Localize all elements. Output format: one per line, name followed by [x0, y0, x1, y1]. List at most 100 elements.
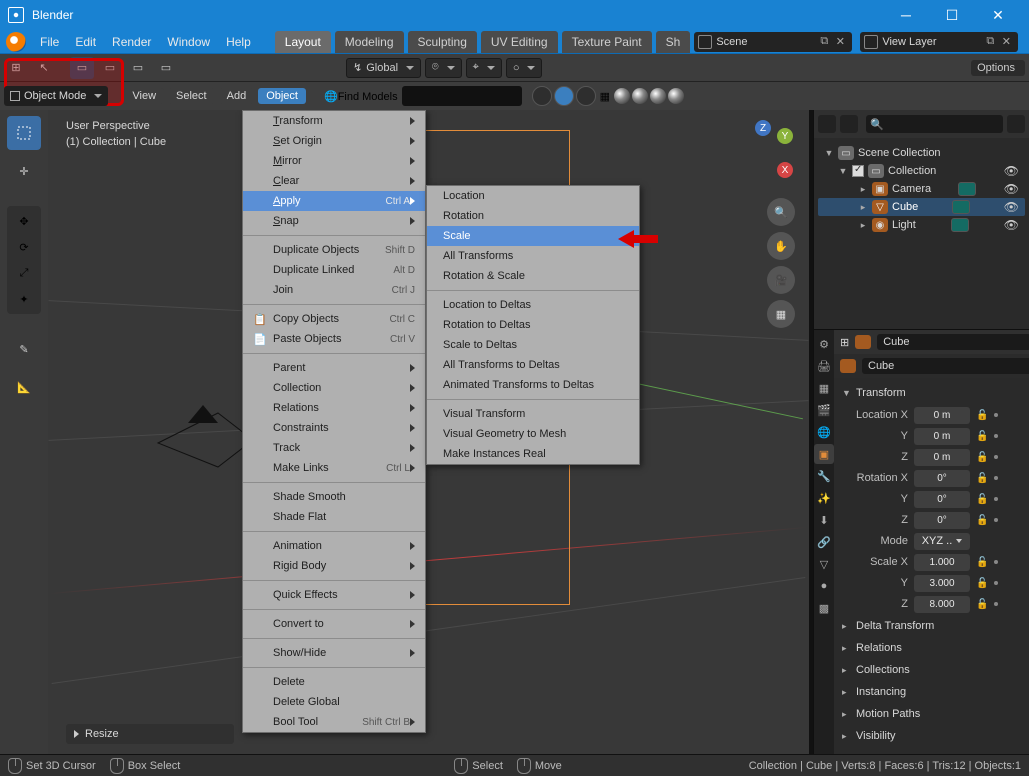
loc-x-input[interactable]: 0 m	[914, 407, 970, 424]
menu-item-set-origin[interactable]: Set Origin	[243, 131, 425, 151]
rot-x-input[interactable]: 0°	[914, 470, 970, 487]
tool-annotate[interactable]: ✎	[7, 332, 41, 366]
proptab-texture[interactable]: ▩	[814, 598, 834, 618]
rot-y-input[interactable]: 0°	[914, 491, 970, 508]
shading-solid[interactable]	[632, 88, 648, 104]
shading-rendered[interactable]	[668, 88, 684, 104]
menu-render[interactable]: Render	[104, 32, 159, 52]
3d-viewport[interactable]: User Perspective (1) Collection | Cube Z…	[48, 110, 809, 754]
eye-icon[interactable]: 👁	[1004, 164, 1019, 178]
menu-item-shade-smooth[interactable]: Shade Smooth	[243, 487, 425, 507]
rot-z-input[interactable]: 0°	[914, 512, 970, 529]
menu-edit[interactable]: Edit	[67, 32, 104, 52]
scene-name-input[interactable]	[716, 36, 816, 48]
section-relations[interactable]: ▸Relations	[842, 637, 1029, 659]
proptab-scene[interactable]: 🎬	[814, 400, 834, 420]
gizmo-toggle[interactable]	[554, 86, 574, 106]
object-name-field[interactable]	[877, 334, 1029, 350]
orientation-dropdown[interactable]: ↯Global	[346, 58, 421, 78]
scene-copy-icon[interactable]: ⧉	[816, 34, 832, 50]
tab-uv-editing[interactable]: UV Editing	[481, 31, 558, 53]
sel-mode-3[interactable]: ▭	[126, 57, 150, 79]
pivot-dropdown[interactable]: ⌾	[425, 58, 462, 78]
camera-data-icon[interactable]	[958, 182, 976, 196]
last-op-panel[interactable]: Resize	[66, 724, 234, 744]
shading-matprev[interactable]	[650, 88, 666, 104]
submenu-item-location[interactable]: Location	[427, 186, 639, 206]
tab-sculpting[interactable]: Sculpting	[408, 31, 477, 53]
gizmo-y-icon[interactable]: Y	[777, 128, 793, 144]
viewlayer-selector[interactable]: ⧉ ✕	[860, 32, 1018, 52]
menu-item-constraints[interactable]: Constraints	[243, 418, 425, 438]
proptab-render[interactable]: ⚙	[814, 334, 834, 354]
tab-shading[interactable]: Sh	[656, 31, 691, 53]
eye-icon[interactable]: 👁	[1004, 218, 1019, 232]
perspective-toggle-button[interactable]: ▦	[767, 300, 795, 328]
menu-item-transform[interactable]: Transform	[243, 111, 425, 131]
tab-modeling[interactable]: Modeling	[335, 31, 404, 53]
menu-item-apply[interactable]: ApplyCtrl A	[243, 191, 425, 211]
lock-icon[interactable]: 🔓	[976, 410, 988, 421]
zoom-button[interactable]: 🔍	[767, 198, 795, 226]
outliner-scene-collection[interactable]: ▼▭Scene Collection	[818, 144, 1025, 162]
lock-icon[interactable]: 🔓	[976, 599, 988, 610]
menu-item-mirror[interactable]: Mirror	[243, 151, 425, 171]
menu-item-clear[interactable]: Clear	[243, 171, 425, 191]
menu-item-shade-flat[interactable]: Shade Flat	[243, 507, 425, 527]
menu-item-rigid-body[interactable]: Rigid Body	[243, 556, 425, 576]
scale-z-input[interactable]: 8.000	[914, 596, 970, 613]
menu-item-make-links[interactable]: Make LinksCtrl L	[243, 458, 425, 478]
menu-item-duplicate-objects[interactable]: Duplicate ObjectsShift D	[243, 240, 425, 260]
section-visibility[interactable]: ▸Visibility	[842, 725, 1029, 747]
pan-button[interactable]: ✋	[767, 232, 795, 260]
proptab-object[interactable]: ▣	[814, 444, 834, 464]
outliner-editor-icon[interactable]	[818, 115, 836, 133]
gizmo-x-icon[interactable]: X	[777, 162, 793, 178]
submenu-item-animated-transforms-to-deltas[interactable]: Animated Transforms to Deltas	[427, 375, 639, 395]
overlay-toggle[interactable]	[576, 86, 596, 106]
menu-item-paste-objects[interactable]: 📄Paste ObjectsCtrl V	[243, 329, 425, 349]
options-dropdown[interactable]: Options	[971, 60, 1025, 76]
section-instancing[interactable]: ▸Instancing	[842, 681, 1029, 703]
loc-y-input[interactable]: 0 m	[914, 428, 970, 445]
outliner-filter[interactable]	[1007, 115, 1025, 133]
proptab-world[interactable]: 🌐	[814, 422, 834, 442]
find-models-dropdown[interactable]: 🌐Find Models	[324, 90, 398, 103]
tool-rotate[interactable]: ⟳	[9, 234, 39, 260]
menu-item-bool-tool[interactable]: Bool ToolShift Ctrl B	[243, 712, 425, 732]
menu-window[interactable]: Window	[159, 32, 218, 52]
menu-item-relations[interactable]: Relations	[243, 398, 425, 418]
outliner-item-light[interactable]: ▸◉Light👁	[818, 216, 1025, 234]
lock-icon[interactable]: 🔓	[976, 557, 988, 568]
eye-icon[interactable]: 👁	[1004, 200, 1019, 214]
menu-select[interactable]: Select	[168, 88, 215, 104]
menu-item-animation[interactable]: Animation	[243, 536, 425, 556]
menu-item-delete-global[interactable]: Delete Global	[243, 692, 425, 712]
proptab-physics[interactable]: ⬇	[814, 510, 834, 530]
section-transform[interactable]: ▼Transform	[842, 382, 1029, 404]
menu-view[interactable]: View	[124, 88, 164, 104]
viewlayer-copy-icon[interactable]: ⧉	[982, 34, 998, 50]
submenu-item-visual-transform[interactable]: Visual Transform	[427, 404, 639, 424]
eye-icon[interactable]: 👁	[1004, 182, 1019, 196]
snap-dropdown[interactable]: ⌖	[466, 58, 502, 78]
proptab-output[interactable]: 🖨	[814, 356, 834, 376]
rotation-mode-dropdown[interactable]: XYZ ..	[914, 533, 970, 550]
menu-item-collection[interactable]: Collection	[243, 378, 425, 398]
outliner-item-cube[interactable]: ▸▽Cube👁	[818, 198, 1025, 216]
scale-y-input[interactable]: 3.000	[914, 575, 970, 592]
collection-checkbox[interactable]	[852, 165, 864, 177]
outliner-item-camera[interactable]: ▸▣Camera👁	[818, 180, 1025, 198]
proportional-dropdown[interactable]: ○	[506, 58, 543, 78]
proptab-modifiers[interactable]: 🔧	[814, 466, 834, 486]
section-delta-transform[interactable]: ▸Delta Transform	[842, 615, 1029, 637]
proptab-particles[interactable]: ✨	[814, 488, 834, 508]
submenu-item-visual-geometry-to-mesh[interactable]: Visual Geometry to Mesh	[427, 424, 639, 444]
tab-layout[interactable]: Layout	[275, 31, 331, 53]
submenu-item-make-instances-real[interactable]: Make Instances Real	[427, 444, 639, 464]
menu-item-join[interactable]: JoinCtrl J	[243, 280, 425, 300]
nav-gizmo[interactable]: Z Y X	[735, 120, 793, 178]
lock-icon[interactable]: 🔓	[976, 473, 988, 484]
sel-mode-4[interactable]: ▭	[154, 57, 178, 79]
menu-file[interactable]: File	[32, 32, 67, 52]
